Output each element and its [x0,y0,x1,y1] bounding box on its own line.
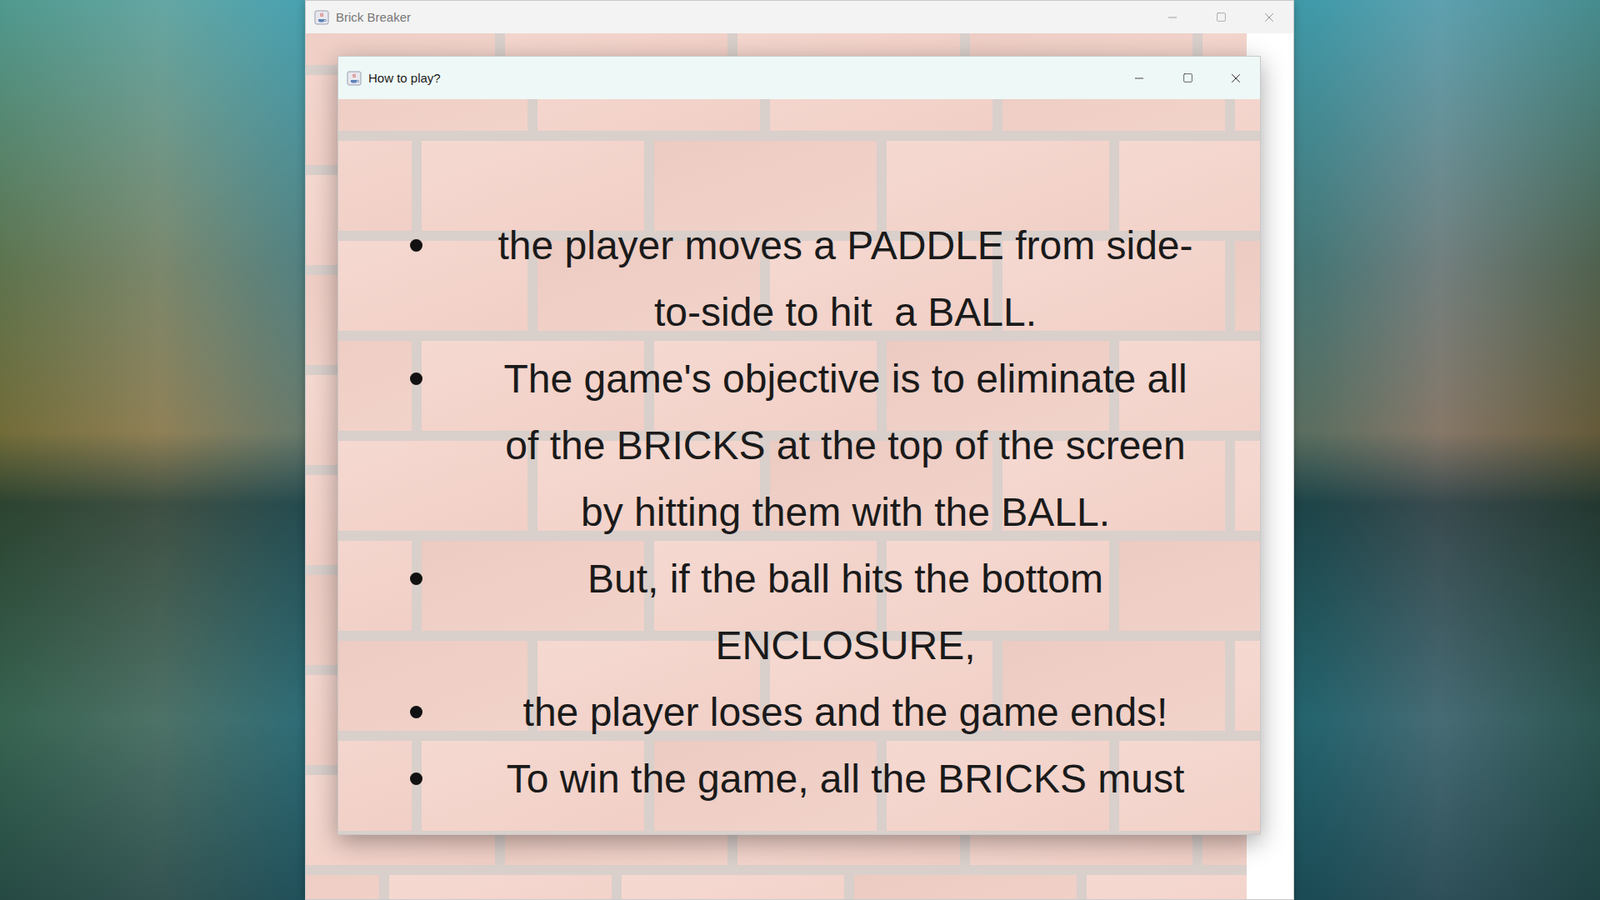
brick [338,640,528,731]
instruction-item: The game's objective is to eliminate all… [410,345,1252,546]
brick-row [305,875,1247,900]
java-icon [314,10,330,25]
maximize-button[interactable] [1196,0,1245,34]
close-button[interactable] [1245,0,1294,34]
window-controls [1148,0,1294,34]
brick [338,440,528,531]
minimize-icon [1165,10,1180,25]
instruction-item: But, if the ball hits the bottom ENCLOSU… [410,545,1252,680]
brick-row [338,140,1260,231]
close-icon [1261,10,1277,25]
maximize-icon [1215,11,1227,23]
instruction-item: To win the game, all the BRICKS must [410,745,1252,813]
minimize-button[interactable] [1115,56,1164,100]
brick [1235,640,1260,731]
maximize-button[interactable] [1163,56,1212,100]
brick [338,740,412,831]
instruction-text: the player loses and the game ends! [523,679,1169,746]
brick [1235,440,1260,531]
brick [1119,140,1260,231]
brick [537,99,760,131]
bullet [410,705,423,719]
instruction-text: The game's objective is to eliminate all… [487,345,1205,546]
brick [338,340,412,431]
close-button[interactable] [1211,56,1260,100]
brick [389,875,612,900]
window-title: Brick Breaker [335,10,1142,25]
bullet [410,572,423,585]
brick-row [338,99,1260,131]
brick [770,99,993,131]
brick [338,540,412,631]
close-icon [1228,70,1244,86]
brick [854,875,1077,900]
brick [1119,540,1260,631]
brick-background: the player moves a PADDLE from side-to-s… [338,99,1260,835]
brick [621,875,845,900]
bullet [410,772,423,785]
instruction-text: To win the game, all the BRICKS must [506,745,1185,813]
minimize-icon [1132,71,1146,85]
dialog-window: How to play? the player moves a PADDLE fr… [337,55,1261,835]
brick [338,140,412,231]
instruction-item: the player moves a PADDLE from side-to-s… [410,212,1252,346]
bullet [410,239,423,252]
minimize-button[interactable] [1148,0,1197,34]
brick [338,99,528,131]
instruction-text: the player moves a PADDLE from side-to-s… [487,212,1205,346]
instruction-item: the player loses and the game ends! [410,679,1252,746]
desktop: Brick Breaker How to play? the player move… [0,0,1600,900]
dialog-title: How to play? [368,70,1109,85]
brick [305,875,380,900]
brick [1235,240,1260,331]
title-bar[interactable]: Brick Breaker [305,0,1294,34]
dialog-body: the player moves a PADDLE from side-to-s… [338,99,1260,835]
instruction-text: But, if the ball hits the bottom ENCLOSU… [487,545,1205,680]
brick [1235,99,1260,131]
dialog-title-bar[interactable]: How to play? [338,56,1260,100]
maximize-icon [1182,72,1194,84]
window-controls [1115,56,1260,100]
bullet [410,372,423,385]
java-icon [346,70,362,86]
brick [654,140,877,231]
brick [886,140,1110,231]
instructions-list: the player moves a PADDLE from side-to-s… [338,99,1260,835]
brick [421,140,645,231]
brick [1086,875,1247,900]
brick [1002,99,1225,131]
